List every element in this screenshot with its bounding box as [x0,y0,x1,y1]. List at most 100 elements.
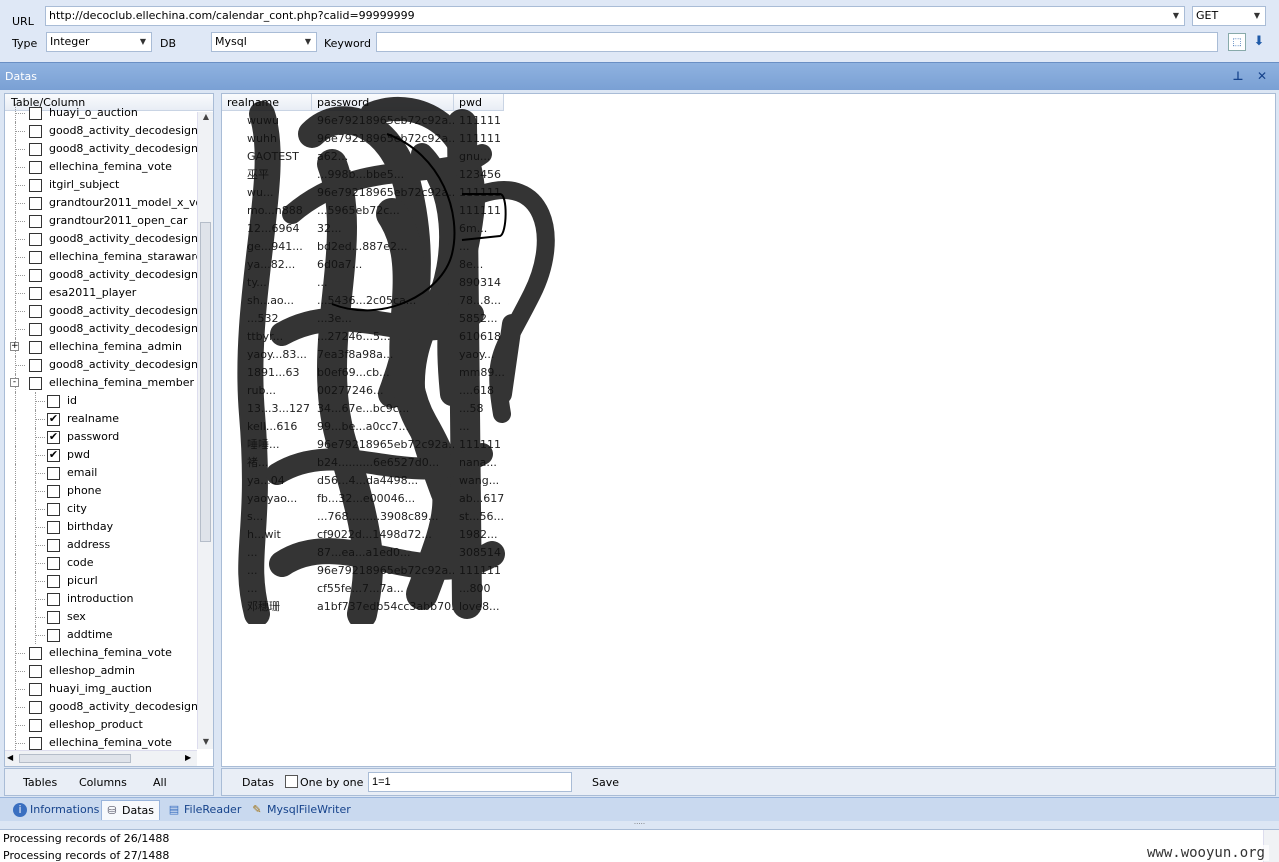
tree-table-item[interactable]: ellechina_femina_staraward [5,248,203,266]
checkbox[interactable] [47,395,60,408]
tree-column-item[interactable]: email [5,464,200,482]
table-row[interactable]: ge...941... bd2ed...887e2...... [222,238,504,256]
scroll-thumb[interactable] [19,754,131,763]
checkbox[interactable] [29,233,42,246]
columns-button[interactable]: Columns [79,776,127,789]
method-select[interactable]: GET ▼ [1192,6,1266,26]
checkbox[interactable] [47,557,60,570]
table-row[interactable]: rub... 00277246... ....618 [222,382,504,400]
tree-table-item[interactable]: - ellechina_femina_member [5,374,200,392]
download-arrow-icon[interactable]: ⬇ [1250,33,1268,51]
keyword-input[interactable] [376,32,1218,52]
tree-table-item[interactable]: ellechina_femina_vote [5,644,200,662]
tables-button[interactable]: Tables [23,776,57,789]
chevron-down-icon[interactable]: ▼ [302,33,314,51]
close-icon[interactable]: ✕ [1254,68,1270,84]
checkbox[interactable] [47,575,60,588]
checkbox[interactable] [29,701,42,714]
table-row[interactable]: mo...n888 ...5965eb72c... 111111 [222,202,504,220]
tree-column-item[interactable]: ✔ password [5,428,200,446]
checkbox[interactable] [47,611,60,624]
checkbox[interactable] [29,737,42,750]
expand-icon[interactable]: + [10,342,19,351]
checkbox[interactable] [47,629,60,642]
checkbox[interactable] [47,539,60,552]
table-row[interactable]: 13...3...127 34...67e...bc9c... ...58 [222,400,504,418]
column-header-realname[interactable]: realname [222,94,312,111]
db-select[interactable]: Mysql ▼ [211,32,317,52]
chevron-down-icon[interactable]: ▼ [137,33,149,51]
datas-button[interactable]: Datas [242,776,274,789]
select-icon[interactable]: ⬚ [1228,33,1246,51]
table-row[interactable]: yaoyao... fb...32...e00046... ab...617 [222,490,504,508]
checkbox[interactable] [47,503,60,516]
checkbox[interactable] [29,341,42,354]
tree-column-item[interactable]: ✔ realname [5,410,200,428]
checkbox[interactable] [29,125,42,138]
scroll-left-icon[interactable]: ◀ [7,753,13,762]
tree-column-item[interactable]: ✔ pwd [5,446,200,464]
checkbox[interactable] [29,359,42,372]
checkbox[interactable]: ✔ [47,449,60,462]
tree-table-item[interactable]: good8_activity_decodesigner_ [5,122,213,140]
checkbox[interactable] [29,269,42,282]
tree-table-item[interactable]: good8_activity_decodesigner_ [5,230,213,248]
column-header-password[interactable]: password [312,94,454,111]
tree-table-item[interactable]: good8_activity_decodesigner_ [5,266,213,284]
tree-column-item[interactable]: addtime [5,626,200,644]
checkbox[interactable] [47,467,60,480]
one-by-one-checkbox[interactable] [285,775,298,788]
checkbox[interactable] [29,107,42,120]
checkbox[interactable] [29,305,42,318]
tree-table-item[interactable]: esa2011_player [5,284,200,302]
scroll-down-icon[interactable]: ▼ [198,737,213,749]
checkbox[interactable] [29,143,42,156]
column-header-pwd[interactable]: pwd [454,94,504,111]
table-row[interactable]: 巫平 ...998b...bbe5... 123456 [222,166,504,184]
panel-splitter[interactable] [214,93,219,767]
checkbox[interactable] [29,197,42,210]
table-row[interactable]: kell...616 99...be...a0cc7...... [222,418,504,436]
table-row[interactable]: wu... 96e79218965eb72c92a... 111111 [222,184,504,202]
checkbox[interactable] [47,593,60,606]
checkbox[interactable] [29,161,42,174]
table-row[interactable]: h...wit cf9022d...1498d72... 1982... [222,526,504,544]
tree-column-item[interactable]: city [5,500,200,518]
table-row[interactable]: 1891...63 b0ef69...cb... mm89... [222,364,504,382]
type-select[interactable]: Integer ▼ [46,32,152,52]
table-row[interactable]: ...532 ...3e... 5852... [222,310,504,328]
all-button[interactable]: All [153,776,167,789]
tree-table-item[interactable]: grandtour2011_model_x_vote [5,194,213,212]
collapse-icon[interactable]: - [10,378,19,387]
table-row[interactable]: ... cf55fe...7...7a... ...800 [222,580,504,598]
table-row[interactable]: 褚... b24..........6e6527d0... nana... [222,454,504,472]
tree-column-item[interactable]: code [5,554,200,572]
tree-column-item[interactable]: address [5,536,200,554]
tab-mysqlfilewriter[interactable]: ✎ MysqlFileWriter [247,800,356,820]
tree-table-item[interactable]: huayi_img_auction [5,680,200,698]
checkbox[interactable] [29,719,42,732]
tree-column-item[interactable]: picurl [5,572,200,590]
table-row[interactable]: 邓穗珊 a1bf737edb54cc3abb70... love8... [222,598,504,616]
scroll-thumb[interactable] [200,222,211,542]
checkbox[interactable]: ✔ [47,413,60,426]
table-row[interactable]: ttbyr... ...27246...5... 610618 [222,328,504,346]
tree-column-item[interactable]: sex [5,608,200,626]
tree-horizontal-scrollbar[interactable]: ◀ ▶ [5,750,197,766]
tree-table-item[interactable]: + ellechina_femina_admin [5,338,200,356]
checkbox[interactable] [29,251,42,264]
chevron-down-icon[interactable]: ▼ [1170,7,1182,25]
checkbox[interactable] [29,683,42,696]
tree-table-item[interactable]: good8_activity_decodesigner_ [5,356,213,374]
table-row[interactable]: ya...04 d56...4...da4498... wang... [222,472,504,490]
log-splitter[interactable]: ····· [0,821,1279,829]
tree-table-item[interactable]: good8_activity_decodesigner_ [5,320,213,338]
table-row[interactable]: wuwu 96e79218965eb72c92a... 111111 [222,112,504,130]
url-input[interactable]: http://decoclub.ellechina.com/calendar_c… [45,6,1185,26]
table-row[interactable]: ya...82... 6d0a7... 8e... [222,256,504,274]
checkbox[interactable] [47,521,60,534]
tree-column-item[interactable]: id [5,392,200,410]
table-row[interactable]: yaoy...83... 7ea3f8a98a... yaoy... [222,346,504,364]
checkbox[interactable] [29,665,42,678]
tree-table-item[interactable]: ellechina_femina_vote [5,158,200,176]
